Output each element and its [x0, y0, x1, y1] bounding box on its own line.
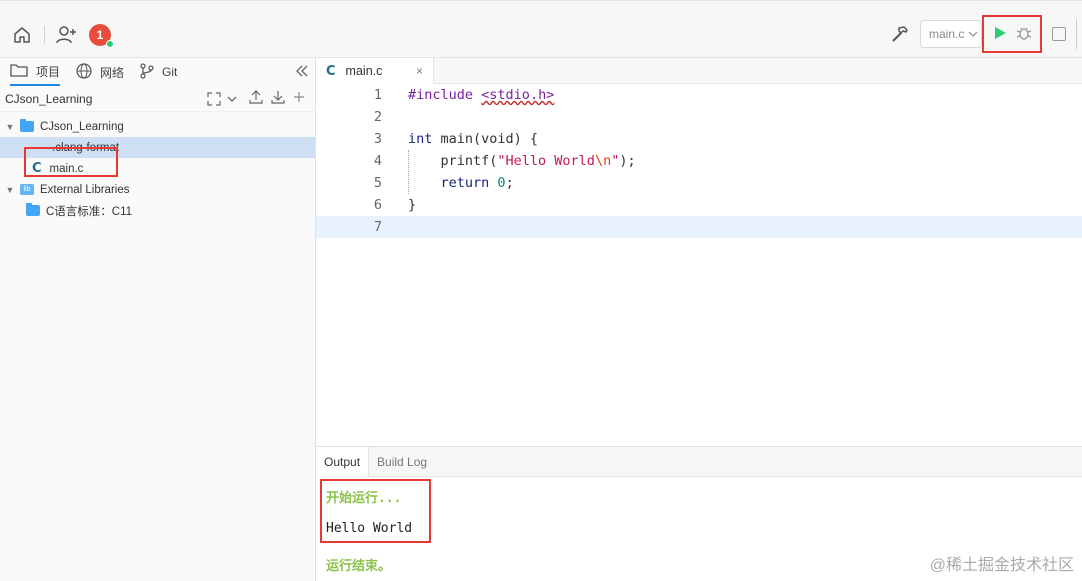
code-text: #include <stdio.h> [408, 87, 555, 103]
project-sidebar: 项目 网络 Git CJson_Learning ▼ CJson_Learnin… [0, 58, 316, 581]
code-text: return 0; [408, 175, 514, 191]
line-number: 1 [373, 87, 382, 103]
editor-tab-main-c[interactable]: C main.c × [316, 58, 434, 84]
line-number: 7 [373, 219, 382, 235]
line-number: 5 [373, 175, 382, 191]
code-line: 6 } [316, 194, 1082, 216]
code-line: 3 int main(void) { [316, 128, 1082, 150]
project-name: CJson_Learning [5, 91, 93, 106]
file-tree: ▼ CJson_Learning .clang-format C main.c … [0, 112, 315, 221]
tree-item-label: C语言标准：C11 [46, 205, 133, 218]
download-icon[interactable] [271, 90, 285, 107]
output-start-text: 开始运行... [326, 491, 402, 506]
tab-project[interactable]: 项目 [10, 58, 61, 86]
project-header: CJson_Learning [0, 86, 315, 112]
tree-item-label: CJson_Learning [40, 120, 124, 133]
close-icon[interactable]: × [416, 64, 423, 78]
tree-item-external-libraries[interactable]: ▼ lib External Libraries [0, 179, 315, 200]
run-play-icon[interactable] [993, 26, 1007, 43]
expand-icon [207, 91, 221, 106]
tab-git-label: Git [162, 65, 178, 79]
upload-icon[interactable] [249, 90, 263, 107]
notification-badge[interactable]: 1 [89, 24, 114, 48]
top-toolbar: 1 main.c [0, 0, 1082, 58]
tab-build-log[interactable]: Build Log [369, 447, 435, 477]
output-panel: Output Build Log 开始运行... Hello World 运行结… [316, 446, 1082, 581]
tab-network[interactable]: 网络 [76, 58, 124, 86]
tree-item-label: External Libraries [40, 183, 130, 196]
editor-tabbar: C main.c × [316, 58, 1082, 84]
build-hammer-icon[interactable] [888, 22, 912, 46]
debug-bug-icon[interactable] [1016, 25, 1032, 44]
code-text: int main(void) { [408, 131, 539, 147]
code-area[interactable]: 1 #include <stdio.h> 2 3 int main(void) … [316, 84, 1082, 238]
folder-icon [20, 119, 34, 132]
tab-output[interactable]: Output [316, 446, 370, 477]
chevron-down-icon [227, 96, 237, 102]
code-line: 1 #include <stdio.h> [316, 84, 1082, 106]
globe-icon [76, 62, 92, 82]
output-end-text: 运行结束。 [326, 559, 392, 574]
c-file-icon: C [326, 63, 336, 79]
tree-item-main-c[interactable]: C main.c [0, 158, 315, 179]
notification-count: 1 [96, 28, 104, 42]
tree-item-project-folder[interactable]: ▼ CJson_Learning [0, 116, 315, 137]
code-line: 4 printf("Hello World\n"); [316, 150, 1082, 172]
online-status-dot [106, 40, 114, 48]
output-tabs: Output Build Log [316, 446, 1082, 477]
line-number: 4 [373, 153, 382, 169]
folder-icon [10, 63, 28, 80]
code-text: } [408, 197, 417, 213]
tree-item-label: main.c [49, 162, 84, 175]
expand-collapse-button[interactable] [203, 91, 241, 106]
folder-icon [26, 203, 40, 216]
toolbar-edge [1076, 19, 1082, 49]
code-line: 5 return 0; [316, 172, 1082, 194]
toolbar-divider [44, 26, 45, 44]
line-number: 3 [373, 131, 382, 147]
add-user-icon[interactable] [55, 23, 79, 47]
line-number: 2 [373, 109, 382, 125]
collapse-sidebar-icon[interactable] [295, 64, 309, 80]
caret-down-icon[interactable]: ▼ [4, 122, 16, 132]
toolbar-left-group: 1 [10, 21, 114, 49]
tree-item-c-standard[interactable]: C语言标准：C11 [0, 200, 315, 221]
code-line-active: 7 [316, 216, 1082, 238]
tree-item-label: .clang-format [52, 141, 120, 154]
code-editor: C main.c × 1 #include <stdio.h> 2 3 int … [316, 58, 1082, 446]
home-icon[interactable] [10, 23, 34, 47]
toolbar-right-group: main.c [888, 15, 1082, 53]
git-branch-icon [140, 62, 154, 82]
code-text: printf("Hello World\n"); [408, 153, 636, 169]
site-watermark: @稀土掘金技术社区 [929, 557, 1074, 574]
run-target-value: main.c [929, 27, 965, 41]
tree-item-clang-format[interactable]: .clang-format [0, 137, 315, 158]
tab-project-label: 项目 [36, 64, 61, 79]
sidebar-tabs: 项目 网络 Git [0, 58, 315, 86]
tab-git[interactable]: Git [140, 58, 177, 86]
chevron-down-icon [968, 27, 978, 41]
library-icon: lib [20, 184, 34, 195]
add-icon[interactable] [293, 91, 305, 106]
project-tools [203, 90, 305, 107]
editor-tab-label: main.c [345, 64, 383, 78]
line-number: 6 [373, 197, 382, 213]
c-file-icon: C [32, 161, 42, 176]
run-target-select[interactable]: main.c [920, 20, 982, 48]
stop-icon[interactable] [1052, 27, 1066, 41]
output-program-text: Hello World [326, 521, 413, 536]
tab-network-label: 网络 [100, 65, 125, 80]
code-line: 2 [316, 106, 1082, 128]
run-controls-highlight [982, 15, 1042, 53]
caret-down-icon[interactable]: ▼ [4, 185, 16, 195]
